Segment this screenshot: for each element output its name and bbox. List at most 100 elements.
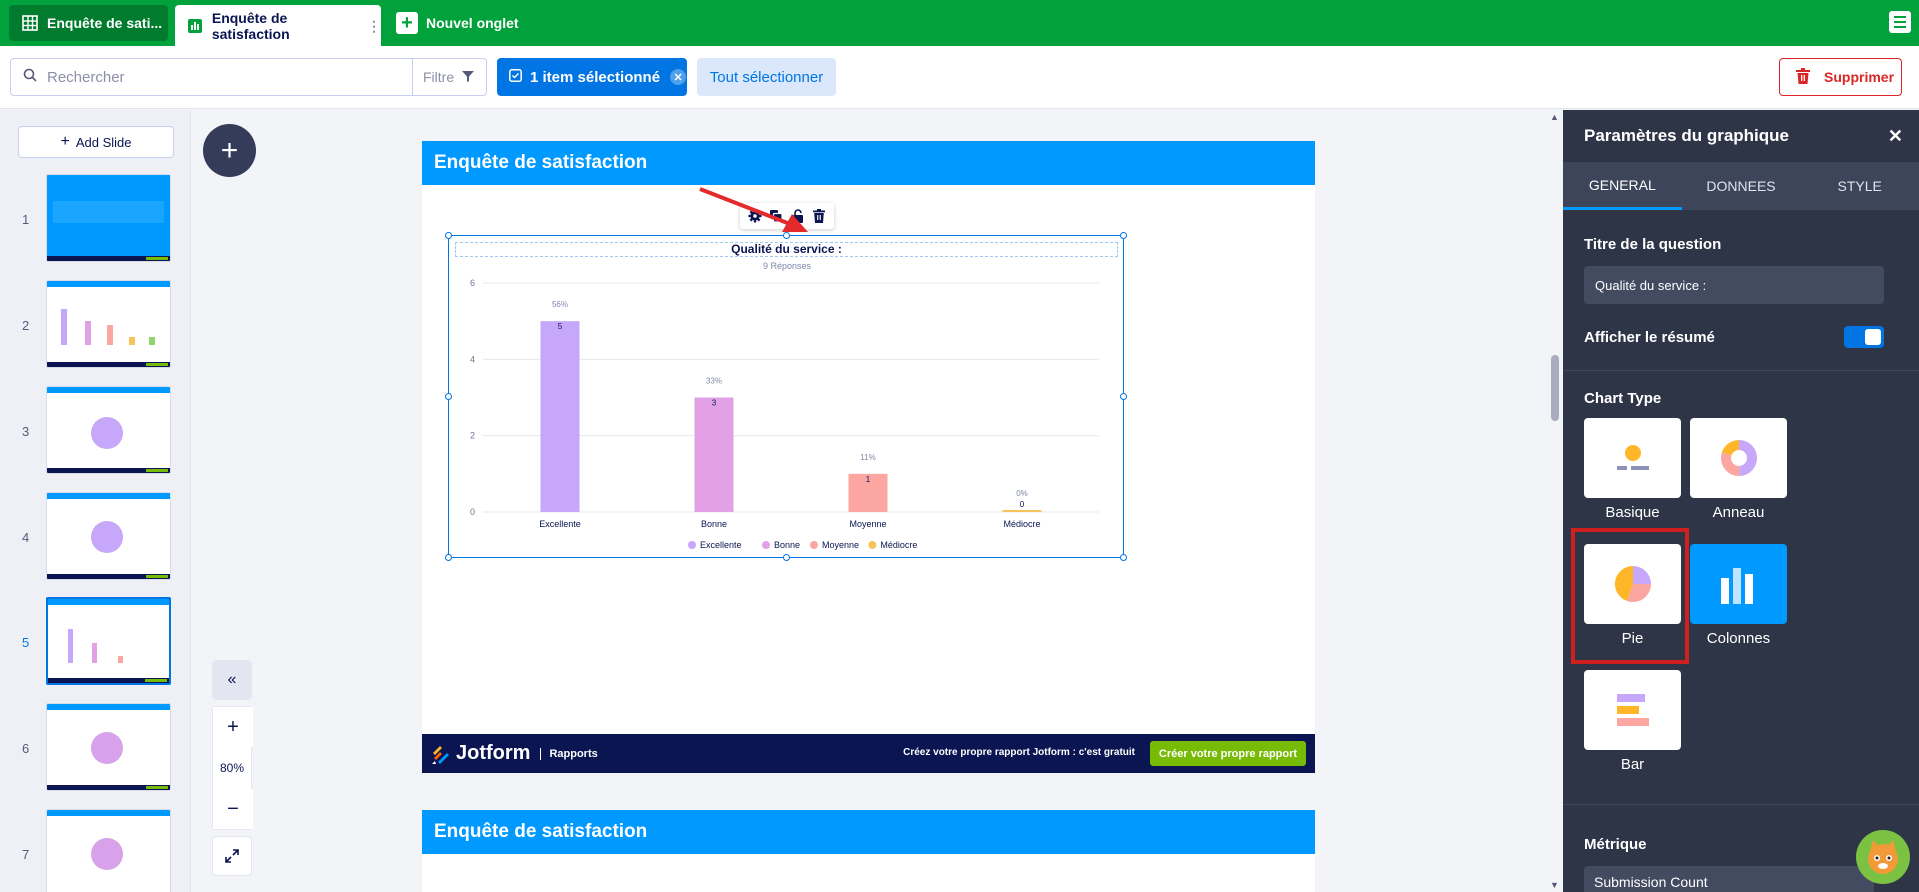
hamburger-menu-icon[interactable] bbox=[1889, 11, 1911, 33]
bar bbox=[1002, 510, 1042, 512]
tab-donnees[interactable]: DONNEES bbox=[1682, 162, 1801, 210]
slide-number: 6 bbox=[22, 741, 30, 756]
x-tick-label: Moyenne bbox=[849, 519, 886, 529]
slide-thumbnail[interactable]: 3 bbox=[0, 386, 190, 476]
selected-label: 1 item sélectionné bbox=[530, 68, 661, 86]
thumbnail-preview bbox=[46, 174, 171, 262]
zoom-controls: « + 80% − bbox=[212, 660, 253, 876]
x-tick-label: Excellente bbox=[539, 519, 581, 529]
zoom-in-button[interactable]: + bbox=[213, 707, 253, 747]
chart-type-anneau[interactable] bbox=[1690, 418, 1787, 498]
tab-label: Nouvel onglet bbox=[426, 15, 519, 31]
legend-marker bbox=[688, 541, 696, 549]
chart-type-label: Anneau bbox=[1712, 504, 1765, 521]
thumbnail-preview bbox=[46, 280, 171, 368]
chart-element[interactable]: Qualité du service : 9 Réponses 0 2 4 6 56% 5… bbox=[445, 232, 1127, 561]
zoom-level: 80% bbox=[219, 761, 245, 775]
slide-title[interactable]: Enquête de satisfaction bbox=[422, 810, 1315, 854]
chart-type-pie[interactable] bbox=[1584, 544, 1681, 624]
zoom-out-button[interactable]: − bbox=[213, 789, 253, 829]
legend-marker bbox=[868, 541, 877, 549]
filter-button[interactable]: Filtre bbox=[412, 58, 487, 96]
thumbnail-preview bbox=[46, 809, 171, 892]
bar-value-label: 0 bbox=[1020, 500, 1025, 509]
tab-label: Enquête de sati... bbox=[47, 15, 163, 31]
toolbar: Filtre 1 item sélectionné ✕ Tout sélecti… bbox=[0, 46, 1919, 109]
clear-selection-icon[interactable]: ✕ bbox=[670, 69, 687, 85]
fullscreen-icon[interactable] bbox=[212, 836, 252, 876]
collapse-icon[interactable]: « bbox=[212, 660, 252, 700]
bar-chart-icon bbox=[1616, 694, 1649, 726]
slide-next: Enquête de satisfaction bbox=[422, 810, 1315, 892]
zoom-group: + 80% − bbox=[212, 706, 253, 830]
column-chart-icon bbox=[1720, 568, 1753, 604]
legend-marker bbox=[762, 541, 770, 549]
slide-thumbnail[interactable]: 7 bbox=[0, 809, 190, 892]
bar-percent-label: 0% bbox=[1016, 489, 1028, 498]
search-icon bbox=[23, 68, 37, 87]
assistant-avatar[interactable] bbox=[1856, 830, 1910, 884]
plus-icon: + bbox=[396, 12, 418, 34]
chart-type-label: Basique bbox=[1605, 504, 1660, 521]
slide-thumbnail-selected[interactable]: 5 bbox=[0, 597, 190, 687]
add-slide-label: Add Slide bbox=[75, 134, 132, 150]
tab-sheet[interactable]: Enquête de sati... bbox=[9, 5, 168, 41]
report-icon bbox=[187, 17, 204, 35]
trash-icon[interactable] bbox=[811, 208, 827, 224]
chart-type-label: Pie bbox=[1621, 630, 1644, 647]
top-tab-bar: Enquête de sati... Enquête de satisfacti… bbox=[0, 0, 1919, 46]
slide: Enquête de satisfaction Qualité du servi… bbox=[422, 141, 1315, 773]
chart-type-label: Colonnes bbox=[1706, 630, 1771, 647]
delete-button[interactable]: Supprimer bbox=[1779, 58, 1902, 96]
panel-title: Paramètres du graphique bbox=[1584, 126, 1790, 145]
x-tick-label: Médiocre bbox=[1003, 519, 1040, 529]
legend-label: Excellente bbox=[700, 540, 742, 550]
canvas-scrollbar[interactable]: ▲ ▼ bbox=[1548, 110, 1562, 892]
bar-value-label: 1 bbox=[866, 475, 871, 484]
tab-more-icon[interactable]: ⋮ bbox=[367, 19, 381, 33]
thumbnail-preview bbox=[46, 492, 171, 580]
summary-toggle[interactable] bbox=[1844, 326, 1884, 348]
metric-select[interactable]: Submission Count bbox=[1584, 866, 1874, 892]
plus-icon: + bbox=[60, 133, 70, 150]
summary-label: Afficher le résumé bbox=[1584, 329, 1715, 346]
chart-type-colonnes[interactable] bbox=[1690, 544, 1787, 624]
grid-icon bbox=[21, 14, 39, 32]
bar bbox=[694, 397, 734, 512]
add-slide-button[interactable]: + Add Slide bbox=[18, 126, 174, 158]
slide-thumbnail[interactable]: 6 bbox=[0, 703, 190, 793]
chart-type-bar[interactable] bbox=[1584, 670, 1681, 750]
thumbnail-preview bbox=[46, 703, 171, 791]
slide-thumbnail[interactable]: 2 bbox=[0, 280, 190, 370]
slide-number: 2 bbox=[22, 318, 30, 333]
tab-general[interactable]: GENERAL bbox=[1563, 162, 1682, 210]
metric-label: Métrique bbox=[1584, 836, 1647, 853]
slide-thumbnail[interactable]: 1 bbox=[0, 174, 190, 264]
bar-percent-label: 11% bbox=[860, 453, 875, 462]
add-element-button[interactable]: + bbox=[203, 124, 256, 177]
tab-report[interactable]: Enquête de satisfaction ⋮ bbox=[175, 5, 381, 46]
slide-footer: Jotform Rapports Créez votre propre rapp… bbox=[422, 734, 1315, 773]
brand-name: Jotform bbox=[456, 742, 531, 764]
slide-title[interactable]: Enquête de satisfaction bbox=[422, 141, 1315, 185]
slide-thumbnail[interactable]: 4 bbox=[0, 492, 190, 582]
select-all-button[interactable]: Tout sélectionner bbox=[697, 58, 836, 96]
tab-style[interactable]: STYLE bbox=[1800, 162, 1919, 210]
question-title-input[interactable]: Qualité du service : bbox=[1584, 266, 1884, 304]
create-report-button[interactable]: Créer votre propre rapport bbox=[1150, 741, 1306, 766]
slide-number: 7 bbox=[22, 847, 30, 862]
y-tick-label: 0 bbox=[470, 507, 475, 517]
y-tick-label: 2 bbox=[470, 431, 475, 441]
donut-chart-icon bbox=[1720, 440, 1757, 476]
chart-settings-panel: Paramètres du graphique ✕ GENERAL DONNEE… bbox=[1563, 110, 1919, 892]
tab-new[interactable]: + Nouvel onglet bbox=[392, 5, 532, 41]
search-box[interactable] bbox=[10, 58, 413, 96]
jotform-mark-icon bbox=[432, 745, 449, 764]
thumbnail-preview bbox=[46, 386, 171, 474]
close-icon[interactable]: ✕ bbox=[1888, 126, 1903, 147]
chart-type-basique[interactable] bbox=[1584, 418, 1681, 498]
selected-items-chip[interactable]: 1 item sélectionné ✕ bbox=[497, 58, 687, 96]
legend-marker bbox=[810, 541, 818, 549]
tab-label: Enquête de satisfaction bbox=[211, 9, 290, 42]
search-input[interactable] bbox=[47, 68, 347, 86]
